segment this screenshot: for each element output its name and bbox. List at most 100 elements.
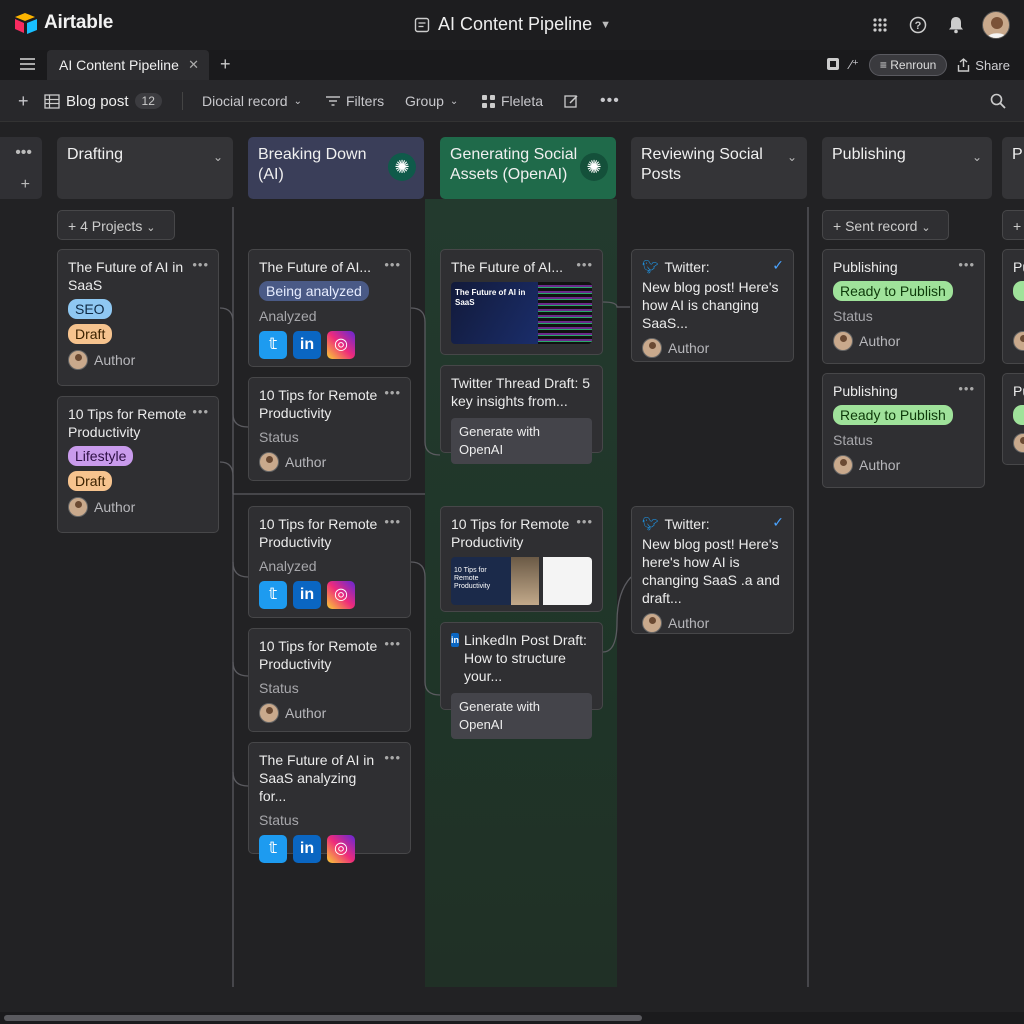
more-options-icon[interactable]: ••• xyxy=(15,143,32,163)
more-options-icon[interactable]: ••• xyxy=(384,384,401,402)
record-card[interactable]: 🐦︎ Twitter: ✓ New blog post! Here's here… xyxy=(631,506,794,634)
generate-with-openai-button[interactable]: Generate with OpenAI xyxy=(451,418,592,464)
post-text: New blog post! Here's here's how AI is c… xyxy=(642,536,780,606)
column-title: Reviewing Social Posts xyxy=(641,146,763,183)
edit-icon xyxy=(564,94,578,108)
column-header-reviewing[interactable]: Reviewing Social Posts ⌄ xyxy=(631,137,807,199)
record-card[interactable]: ••• 10 Tips for Remote Productivity Stat… xyxy=(248,377,411,481)
column-header-partial[interactable]: P xyxy=(1002,137,1024,199)
tab-ai-content-pipeline[interactable]: AI Content Pipeline ✕ xyxy=(47,50,209,80)
record-card[interactable]: ••• The Future of AI... Being analyzed A… xyxy=(248,249,411,367)
bell-icon[interactable] xyxy=(944,13,968,37)
more-options-icon[interactable]: ••• xyxy=(600,80,620,122)
record-icon[interactable] xyxy=(826,57,840,74)
more-options-icon[interactable]: ••• xyxy=(384,513,401,531)
add-record-button[interactable]: + xyxy=(18,80,29,122)
more-options-icon[interactable]: ••• xyxy=(384,635,401,653)
generate-with-openai-button[interactable]: Generate with OpenAI xyxy=(451,693,592,739)
chevron-down-icon[interactable]: ⌄ xyxy=(972,147,982,167)
author-label: Author xyxy=(859,457,901,473)
linkedin-icon[interactable]: in xyxy=(293,835,321,863)
linkedin-icon[interactable]: in xyxy=(293,581,321,609)
thumbnail-text: The Future of AI in SaaS xyxy=(455,288,526,307)
view-selector[interactable]: Diocial record ⌄ xyxy=(202,80,302,122)
column-header-hidden[interactable]: ••• + xyxy=(0,137,42,199)
column-header-generating-social[interactable]: Generating Social Assets (OpenAI) ✺ xyxy=(440,137,616,199)
chevron-down-icon: ⌄ xyxy=(449,95,459,107)
record-card[interactable]: ••• 10 Tips for Remote Productivity 10 T… xyxy=(440,506,603,612)
group-button[interactable]: Group ⌄ xyxy=(405,80,458,122)
instagram-icon[interactable]: ◎ xyxy=(327,331,355,359)
add-projects-button[interactable]: + 4 Projects ⌄ xyxy=(57,210,175,240)
sent-record-button[interactable]: + Sent record ⌄ xyxy=(822,210,949,240)
record-card[interactable]: 🐦︎ Twitter: ✓ New blog post! Here's how … xyxy=(631,249,794,362)
plus-icon: + xyxy=(68,218,77,234)
airtable-logo[interactable]: Airtable xyxy=(14,12,113,34)
linkedin-icon[interactable]: in xyxy=(293,331,321,359)
record-card[interactable]: ••• 10 Tips for Remote Productivity Life… xyxy=(57,396,219,533)
instagram-icon[interactable]: ◎ xyxy=(327,581,355,609)
card-title: 10 Tips for Remote Productivity xyxy=(451,516,570,550)
chevron-down-icon[interactable]: ⌄ xyxy=(787,147,797,167)
social-asset-preview[interactable]: 10 Tips for Remote Productivity xyxy=(451,557,592,605)
scrollbar-thumb[interactable] xyxy=(4,1015,642,1021)
record-card[interactable]: ••• Publishing Ready to Publish Status A… xyxy=(822,249,985,364)
horizontal-scrollbar[interactable] xyxy=(0,1012,1024,1024)
record-card[interactable]: ••• 10 Tips for Remote Productivity Stat… xyxy=(248,628,411,732)
close-icon[interactable]: ✕ xyxy=(188,57,199,73)
share-button[interactable]: Share xyxy=(957,58,1010,73)
twitter-icon[interactable]: 𝕥 xyxy=(259,835,287,863)
column-header-drafting[interactable]: Drafting ⌄ xyxy=(57,137,233,199)
kanban-board[interactable]: ••• + Drafting ⌄ + 4 Projects ⌄ ••• The … xyxy=(0,122,1024,1012)
more-options-icon[interactable]: ••• xyxy=(192,403,209,421)
tag-badge: SEO xyxy=(68,299,112,319)
automation-icon[interactable]: ⁄⁺ xyxy=(850,57,859,73)
table-selector[interactable]: Blog post 12 xyxy=(44,80,162,122)
record-card[interactable]: Twitter Thread Draft: 5 key insights fro… xyxy=(440,365,603,464)
hamburger-menu-icon[interactable] xyxy=(20,57,35,76)
record-card[interactable]: ••• Publishing Ready to Publish Status A… xyxy=(822,373,985,488)
user-avatar[interactable] xyxy=(982,11,1010,39)
social-asset-preview[interactable]: The Future of AI in SaaS xyxy=(451,282,592,344)
more-options-icon[interactable]: ••• xyxy=(192,256,209,274)
help-icon[interactable]: ? xyxy=(906,13,930,37)
more-options-icon[interactable]: ••• xyxy=(384,256,401,274)
twitter-icon[interactable]: 𝕥 xyxy=(259,331,287,359)
column-header-publishing[interactable]: Publishing ⌄ xyxy=(822,137,992,199)
check-icon[interactable]: ✓ xyxy=(772,513,784,531)
top-bar: Airtable AI Content Pipeline ▼ ? xyxy=(0,0,1024,50)
check-icon[interactable]: ✓ xyxy=(772,256,784,274)
record-card[interactable]: in LinkedIn Post Draft: How to structure… xyxy=(440,622,603,739)
more-options-icon[interactable]: ••• xyxy=(576,256,593,274)
search-button[interactable] xyxy=(990,80,1006,122)
extensions-button[interactable]: ≡ Renroun xyxy=(868,54,948,76)
table-name: Blog post xyxy=(66,92,129,110)
record-card[interactable]: Pu xyxy=(1002,373,1024,465)
record-card[interactable]: ••• The Future of AI in SaaS SEO Draft A… xyxy=(57,249,219,386)
twitter-icon[interactable]: 𝕥 xyxy=(259,581,287,609)
apps-grid-icon[interactable] xyxy=(868,13,892,37)
record-card[interactable]: Pu xyxy=(1002,249,1024,364)
record-card[interactable]: ••• 10 Tips for Remote Productivity Anal… xyxy=(248,506,411,618)
more-options-icon[interactable]: ••• xyxy=(958,380,975,398)
add-record-partial[interactable]: + xyxy=(1002,210,1024,240)
column-title: Breaking Down (AI) xyxy=(258,146,367,183)
plus-icon[interactable]: + xyxy=(21,175,30,195)
plus-icon: + xyxy=(833,218,842,234)
filters-button[interactable]: Filters xyxy=(326,80,384,122)
record-card[interactable]: ••• The Future of AI in SaaS analyzing f… xyxy=(248,742,411,863)
chevron-down-icon[interactable]: ⌄ xyxy=(213,147,223,167)
more-options-icon[interactable]: ••• xyxy=(958,256,975,274)
more-options-icon[interactable]: ••• xyxy=(384,749,401,767)
more-options-icon[interactable]: ••• xyxy=(576,513,593,531)
edit-button[interactable] xyxy=(564,80,579,122)
instagram-icon[interactable]: ◎ xyxy=(327,835,355,863)
fields-button[interactable]: Fleleta xyxy=(482,80,543,122)
column-header-breaking-down[interactable]: Breaking Down (AI) ✺ xyxy=(248,137,424,199)
record-card[interactable]: ••• The Future of AI... The Future of AI… xyxy=(440,249,603,355)
base-title-menu[interactable]: AI Content Pipeline ▼ xyxy=(414,14,611,35)
status-label: Analyzed xyxy=(259,308,317,324)
avatar xyxy=(68,350,88,370)
status-label: Status xyxy=(259,429,299,445)
add-tab-icon[interactable]: + xyxy=(220,54,231,75)
